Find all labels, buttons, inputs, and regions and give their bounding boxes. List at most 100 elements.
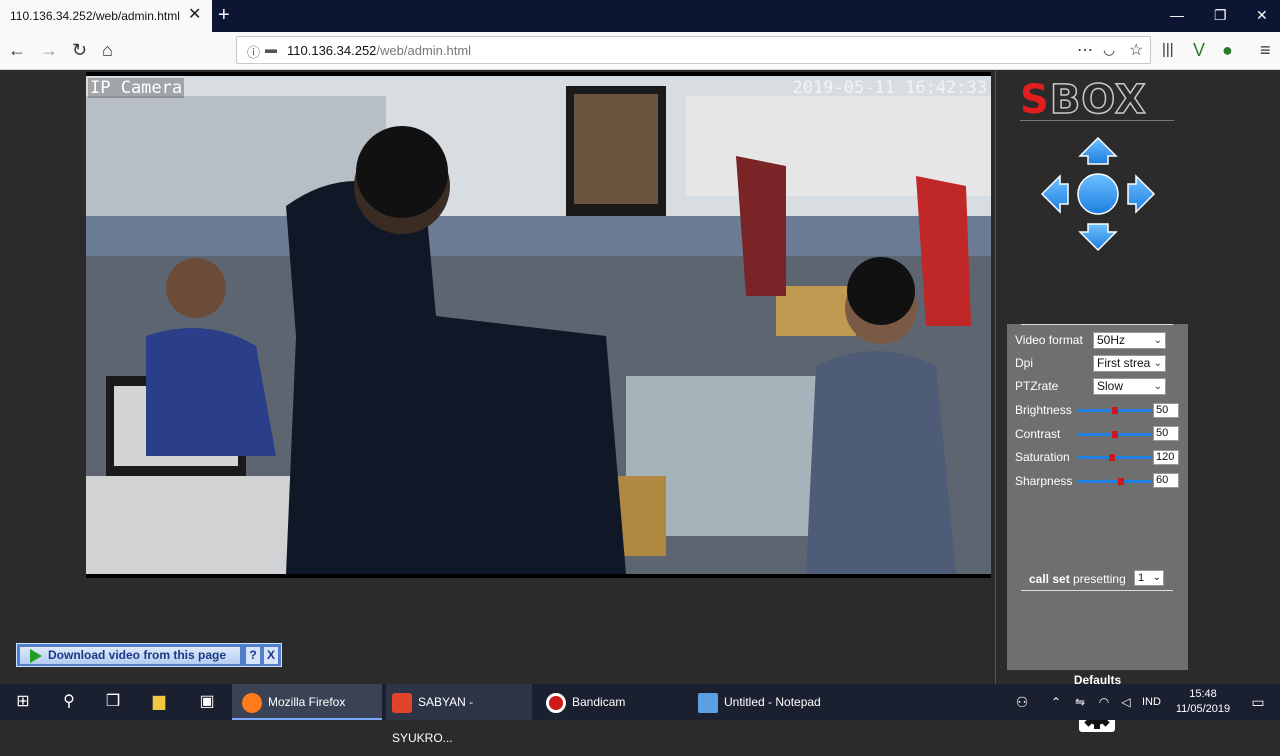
network-icon[interactable]: ⇋ [1068, 684, 1092, 720]
taskbar-app-notepad[interactable]: Untitled - Notepad [692, 684, 842, 720]
navigation-bar: ← → ↻ ⌂ ⓘ ▬ 110.136.34.252/web/admin.htm… [0, 32, 1280, 70]
bookmark-star-icon[interactable]: ☆ [1129, 40, 1143, 60]
taskbar-app-label: Mozilla Firefox [268, 695, 346, 709]
dpi-select[interactable]: First strea ⌄ [1093, 355, 1166, 372]
logo-underline [1020, 120, 1174, 121]
dpi-label: Dpi [1015, 356, 1034, 370]
chevron-down-icon: ⌄ [1153, 358, 1162, 369]
download-helper-bar: Download video from this page ? X [16, 643, 282, 667]
chevron-down-icon: ⌄ [1152, 572, 1161, 583]
presetting-label: presetting [1073, 572, 1126, 586]
camera-scene [86, 76, 991, 574]
tab-admin[interactable]: 110.136.34.252/web/admin.html ✕ [0, 0, 212, 32]
pocket-icon[interactable]: ◡ [1103, 41, 1115, 58]
download-video-label: Download video from this page [48, 648, 227, 662]
ptz-center-button[interactable] [1077, 173, 1119, 215]
video-format-label: Video format [1015, 333, 1083, 347]
admin-page: IP Camera 2019-05-11 16:42:33 SBOX ↕ ↔ V… [0, 70, 1280, 732]
wifi-icon[interactable]: ◠ [1092, 684, 1116, 720]
chevron-down-icon: ⌄ [1153, 381, 1162, 392]
ptz-rate-select[interactable]: Slow ⌄ [1093, 378, 1166, 395]
notifications-icon[interactable]: ▭ [1240, 684, 1276, 720]
notepad-icon [698, 692, 718, 713]
logo-rest: BOX [1049, 77, 1147, 123]
close-download-bar-button[interactable]: X [263, 646, 279, 665]
clock[interactable]: 15:48 11/05/2019 [1172, 687, 1234, 717]
minimize-icon[interactable]: — [1170, 7, 1184, 23]
help-button[interactable]: ? [245, 646, 261, 665]
saturation-value[interactable]: 120 [1153, 450, 1179, 465]
clock-date: 11/05/2019 [1175, 703, 1231, 715]
reload-icon[interactable]: ↻ [72, 40, 87, 60]
page-actions-icon[interactable]: ⋯ [1077, 40, 1093, 60]
forward-icon[interactable]: → [40, 40, 58, 60]
store-icon[interactable]: ▣ [184, 684, 230, 720]
sbox-logo: SBOX [1020, 77, 1180, 123]
download-video-button[interactable]: Download video from this page [19, 646, 241, 665]
camera-video-feed[interactable]: IP Camera 2019-05-11 16:42:33 [86, 72, 991, 578]
url-bar[interactable]: ⓘ ▬ 110.136.34.252/web/admin.html ⋯ ◡ ☆ [236, 36, 1151, 64]
people-icon[interactable]: ⚇ [1002, 684, 1042, 720]
language-indicator[interactable]: IND [1142, 684, 1161, 720]
sharpness-value[interactable]: 60 [1153, 473, 1179, 488]
ptz-up-arrow-icon[interactable] [1078, 136, 1118, 165]
contrast-value[interactable]: 50 [1153, 426, 1179, 441]
saturation-knob[interactable] [1109, 454, 1115, 461]
taskbar-app-firefox[interactable]: Mozilla Firefox [232, 684, 382, 720]
info-icon[interactable]: ⓘ [247, 42, 260, 61]
extension-v-icon[interactable]: V [1193, 40, 1205, 60]
taskbar-app-bandicam[interactable]: Bandicam [540, 684, 686, 720]
saturation-slider[interactable] [1077, 454, 1152, 461]
ptz-down-arrow-icon[interactable] [1078, 223, 1118, 252]
volume-icon[interactable]: ◁ [1114, 684, 1138, 720]
brightness-slider[interactable] [1077, 407, 1152, 414]
brightness-knob[interactable] [1112, 407, 1118, 414]
saturation-label: Saturation [1015, 450, 1070, 464]
windows-taskbar: ⊞ ⚲ ❒ ▆ ▣ Mozilla Firefox SABYAN - SYUKR… [0, 684, 1280, 745]
new-tab-icon[interactable]: + [218, 4, 230, 26]
contrast-slider[interactable] [1077, 431, 1152, 438]
task-view-icon[interactable]: ❒ [90, 684, 136, 720]
url-path: /web/admin.html [376, 43, 472, 58]
call-set-label[interactable]: call set presetting [1029, 572, 1126, 586]
brightness-value[interactable]: 50 [1153, 403, 1179, 418]
camera-timestamp: 2019-05-11 16:42:33 [792, 78, 987, 98]
presetting-select[interactable]: 1 ⌄ [1134, 570, 1164, 586]
bandicam-icon [546, 692, 566, 713]
ptz-left-arrow-icon[interactable] [1040, 174, 1069, 214]
video-format-select[interactable]: 50Hz ⌄ [1093, 332, 1166, 349]
play-icon [30, 649, 42, 663]
restore-icon[interactable]: ❐ [1214, 7, 1227, 23]
ptz-control [1040, 136, 1156, 252]
home-icon[interactable]: ⌂ [102, 40, 113, 60]
contrast-label: Contrast [1015, 427, 1061, 441]
menu-icon[interactable]: ≡ [1260, 40, 1271, 60]
taskbar-app-label: Untitled - Notepad [724, 695, 821, 709]
file-explorer-icon[interactable]: ▆ [136, 684, 182, 720]
sharpness-slider[interactable] [1077, 478, 1152, 485]
ptz-right-arrow-icon[interactable] [1127, 174, 1156, 214]
back-icon[interactable]: ← [8, 40, 26, 60]
contrast-knob[interactable] [1112, 431, 1118, 438]
close-window-icon[interactable]: ✕ [1256, 7, 1268, 23]
ptz-rate-label: PTZrate [1015, 379, 1059, 393]
windows-start-icon[interactable]: ⊞ [0, 684, 46, 720]
extension-sg-icon[interactable]: ● [1222, 40, 1233, 60]
panel-divider [1021, 324, 1173, 325]
video-app-icon [392, 692, 412, 713]
url-text: 110.136.34.252/web/admin.html [287, 43, 471, 58]
tab-close-icon[interactable]: ✕ [188, 6, 201, 24]
library-icon[interactable]: ||| [1162, 40, 1174, 60]
call-set-bold: call set [1029, 572, 1070, 586]
search-icon[interactable]: ⚲ [46, 684, 92, 720]
chevron-up-icon[interactable]: ⌃ [1044, 684, 1068, 720]
sharpness-label: Sharpness [1015, 474, 1073, 488]
camera-label: IP Camera [88, 78, 185, 98]
video-format-value: 50Hz [1097, 333, 1126, 347]
sharpness-knob[interactable] [1118, 478, 1124, 485]
lock-icon[interactable]: ▬ [265, 42, 277, 56]
tab-title: 110.136.34.252/web/admin.html [10, 9, 180, 23]
taskbar-app-label: Bandicam [572, 695, 626, 709]
taskbar-app-sabyan[interactable]: SABYAN - SYUKRO... [386, 684, 532, 745]
firefox-icon [242, 692, 262, 713]
